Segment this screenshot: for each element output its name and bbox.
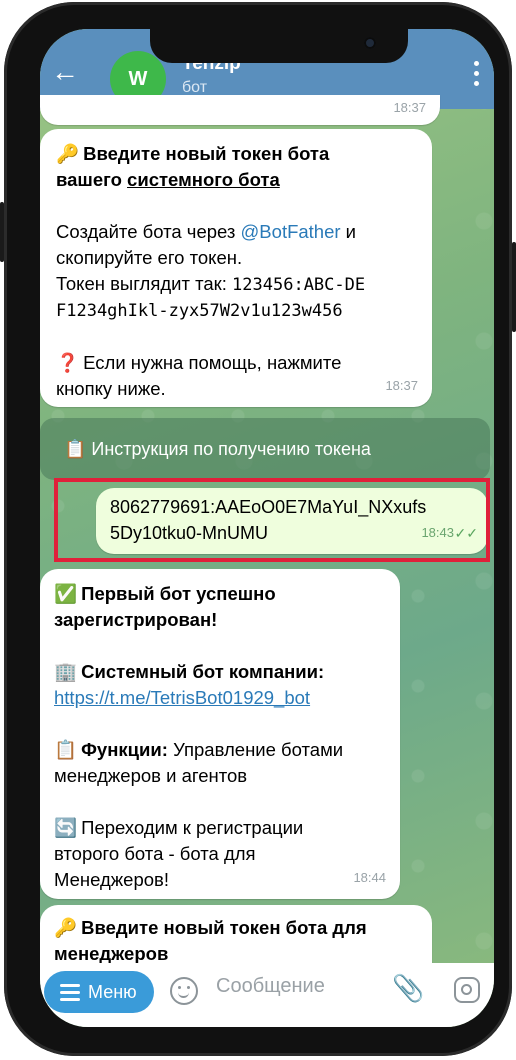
message-line: 🔑 Введите новый токен бота для [54,915,424,941]
message-bubble-partial: 18:37 [40,95,440,125]
refresh-icon: 🔄 [54,817,78,838]
message-time: 18:37 [393,100,426,115]
phone-frame: ← W Tenzip бот 18:37 🔑 Введите новый ток… [0,2,516,1056]
menu-lines-icon [60,984,80,1005]
message-heading: зарегистрирован! [54,609,218,630]
message-text: Управление ботами [167,739,344,760]
question-icon: ❓ [56,352,80,373]
message-heading-part: вашего [56,169,128,190]
phone-screen: ← W Tenzip бот 18:37 🔑 Введите новый ток… [40,29,494,1027]
volume-button [0,202,4,262]
message-line: Токен выглядит так: 123456:ABC-DE [56,271,426,298]
clipboard-icon: 📋 [54,739,78,760]
message-text: Создайте бота через [56,221,241,242]
message-heading: Системный бот компании: [81,661,325,682]
message-bubble-registration-success: ✅ Первый бот успешно зарегистрирован! 🏢 … [40,569,400,899]
message-text: скопируйте его токен. [56,247,243,268]
message-time: 18:44 [353,870,386,885]
message-text: Менеджеров! [54,869,170,890]
message-heading: Введите новый токен бота [83,143,330,164]
message-line: ✅ Первый бот успешно [54,581,394,607]
key-icon: 🔑 [56,143,80,164]
phone-notch [150,29,408,63]
back-arrow-icon[interactable]: ← [50,57,80,87]
message-line: 🔑 Введите новый токен бота [56,141,426,167]
message-text: Если нужна помощь, нажмите [83,352,342,373]
office-building-icon: 🏢 [54,661,78,682]
key-icon: 🔑 [54,917,78,938]
message-text: и [340,221,357,242]
message-time: 18:37 [385,378,418,393]
message-line: 📋 Функции: Управление ботами [54,737,394,763]
message-line: 🔄 Переходим к регистрации [54,815,394,841]
message-heading: Первый бот успешно [81,583,276,604]
botfather-link[interactable]: @BotFather [241,221,341,242]
message-line: вашего системного бота [56,167,426,193]
camera-icon[interactable] [454,977,480,1003]
message-heading: Введите новый токен бота для [81,917,367,938]
inline-button-token-instructions[interactable]: 📋 Инструкция по получению токена [40,418,494,480]
message-line: ❓ Если нужна помощь, нажмите [56,350,426,376]
message-text: кнопку ниже. [56,378,166,399]
power-button [512,242,516,332]
message-text: менеджеров и агентов [54,765,248,786]
message-bubble-token-request: 🔑 Введите новый токен бота вашего систем… [40,129,432,407]
bot-link[interactable]: https://t.me/TetrisBot01929_bot [54,685,394,711]
message-input[interactable]: Сообщение [216,975,325,998]
inline-button-label: 📋 Инструкция по получению токена [40,418,490,480]
message-heading: Функции: [81,739,168,760]
message-line: Создайте бота через @BotFather и [56,219,426,245]
more-vertical-icon[interactable] [474,61,480,91]
message-line: 🏢 Системный бот компании: [54,659,394,685]
message-text: второго бота - бота для [54,843,256,864]
emoji-smile-icon[interactable] [170,977,198,1005]
front-camera [364,37,376,49]
menu-button[interactable]: Меню [44,971,154,1013]
highlight-frame [54,478,490,562]
menu-button-label: Меню [88,982,137,1002]
message-text: Переходим к регистрации [81,817,304,838]
message-text: Токен выглядит так: [56,273,233,294]
token-example: F1234ghIkl-zyx57W2v1u123w456 [56,301,343,321]
paperclip-icon[interactable]: 📎 [392,973,424,1004]
token-example: 123456:ABC-DE [232,275,366,295]
message-heading-underlined: системного бота [127,169,280,190]
message-composer: Меню Сообщение 📎 [40,963,494,1027]
check-mark-icon: ✅ [54,583,78,604]
